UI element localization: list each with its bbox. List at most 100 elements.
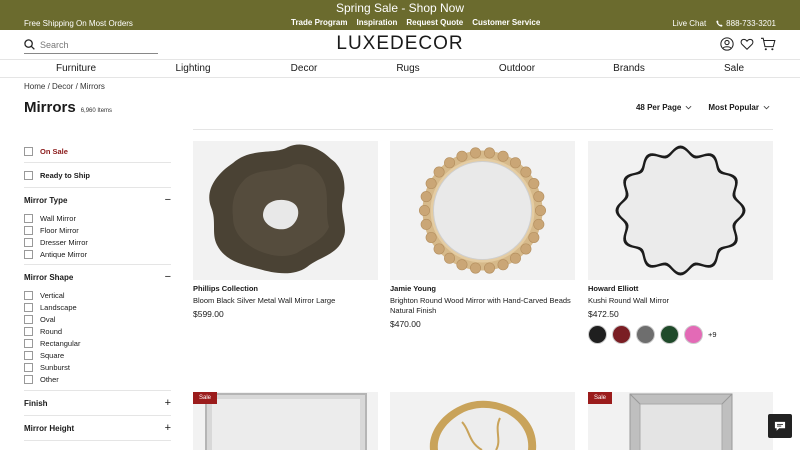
mirror-bead [509,157,521,169]
nav-furniture[interactable]: Furniture [56,63,96,74]
main-nav: Furniture Lighting Decor Rugs Outdoor Br… [0,59,800,78]
product-image[interactable]: Sale [588,392,773,450]
mirror-bead [533,218,545,230]
checkbox[interactable] [24,170,33,180]
expand-icon[interactable]: + [165,397,171,409]
product-card[interactable]: Phillips Collection Bloom Black Silver M… [193,141,378,319]
sort-dropdown[interactable]: Most Popular [708,103,770,112]
live-chat-link[interactable]: Live Chat [672,19,706,28]
checkbox[interactable] [24,237,33,247]
filter-option[interactable]: Square [24,349,171,361]
product-card[interactable]: Sale [193,392,378,450]
more-swatches-count[interactable]: +9 [708,330,717,339]
product-image[interactable] [193,141,378,280]
checkbox[interactable] [24,314,33,324]
chat-button[interactable] [768,414,792,438]
product-image[interactable] [390,141,575,280]
color-swatch[interactable] [660,325,679,344]
checkbox[interactable] [24,326,33,336]
color-swatch[interactable] [588,325,607,344]
rectangular-mirror-image [205,393,367,450]
checkbox[interactable] [24,249,33,259]
color-swatch[interactable] [612,325,631,344]
color-swatch[interactable] [636,325,655,344]
product-name[interactable]: Bloom Black Silver Metal Wall Mirror Lar… [193,296,378,306]
filter-option[interactable]: Oval [24,313,171,325]
product-image[interactable] [390,392,575,450]
filter-option[interactable]: Wall Mirror [24,212,171,224]
checkbox[interactable] [24,302,33,312]
mirror-bead [420,218,432,230]
spring-sale-link[interactable]: Spring Sale - Shop Now [0,1,800,15]
expand-icon[interactable]: + [165,422,171,434]
breadcrumb[interactable]: Home / Decor / Mirrors [24,82,105,91]
nav-sale[interactable]: Sale [724,63,744,74]
filter-on-sale[interactable]: On Sale [24,140,171,162]
mirror-bead [533,191,545,203]
filter-finish-header[interactable]: Finish + [24,391,171,415]
mirror-bead [470,262,482,274]
filter-option[interactable]: Round [24,325,171,337]
filter-mirror-shape-header[interactable]: Mirror Shape − [24,265,171,289]
beaded-round-mirror-image [418,147,547,274]
filter-option[interactable]: Sunburst [24,361,171,373]
filter-ready-to-ship[interactable]: Ready to Ship [24,163,171,187]
filter-sidebar: On Sale Ready to Ship Mirror Type − Wall… [24,140,171,441]
beveled-square-mirror-image [629,393,733,450]
cart-icon[interactable] [760,37,776,51]
trade-program-link[interactable]: Trade Program [291,18,347,27]
divider [24,440,171,441]
product-name[interactable]: Kushi Round Wall Mirror [588,296,773,306]
customer-service-link[interactable]: Customer Service [472,18,540,27]
mirror-bead [528,178,540,190]
filter-ready-to-ship-label: Ready to Ship [40,170,91,180]
checkbox[interactable] [24,213,33,223]
product-card[interactable] [390,392,575,450]
wishlist-heart-icon[interactable] [740,37,754,51]
nav-rugs[interactable]: Rugs [396,63,419,74]
filter-mirror-type-header[interactable]: Mirror Type − [24,188,171,212]
nav-outdoor[interactable]: Outdoor [499,63,535,74]
chevron-down-icon [763,105,770,110]
account-icon[interactable] [720,37,734,51]
checkbox[interactable] [24,146,33,156]
site-logo[interactable]: LUXEDECOR [0,33,800,55]
per-page-dropdown[interactable]: 48 Per Page [636,103,692,112]
nav-lighting[interactable]: Lighting [175,63,210,74]
filter-option[interactable]: Floor Mirror [24,224,171,236]
collapse-icon[interactable]: − [165,194,171,206]
promo-bar: Free Shipping On Most Orders Spring Sale… [0,0,800,30]
checkbox[interactable] [24,374,33,384]
inspiration-link[interactable]: Inspiration [356,18,397,27]
product-card[interactable]: Sale [588,392,773,450]
collapse-icon[interactable]: − [165,271,171,283]
product-name[interactable]: Brighton Round Wood Mirror with Hand-Car… [390,296,575,316]
filter-option[interactable]: Antique Mirror [24,248,171,260]
page-title-row: Mirrors 6,960 Items [24,99,112,116]
filter-section-title: Mirror Type [24,195,68,205]
filter-option[interactable]: Dresser Mirror [24,236,171,248]
request-quote-link[interactable]: Request Quote [406,18,463,27]
filter-mirror-height-header[interactable]: Mirror Height + [24,416,171,440]
checkbox[interactable] [24,225,33,235]
filter-option[interactable]: Other [24,373,171,385]
product-image[interactable]: Sale [193,392,378,450]
product-card[interactable]: Jamie Young Brighton Round Wood Mirror w… [390,141,575,329]
color-swatch[interactable] [684,325,703,344]
sort-label: Most Popular [708,103,759,112]
product-card[interactable]: Howard Elliott Kushi Round Wall Mirror $… [588,141,773,344]
checkbox[interactable] [24,338,33,348]
checkbox[interactable] [24,290,33,300]
checkbox[interactable] [24,350,33,360]
bloom-mirror-image [209,144,345,274]
filter-option[interactable]: Vertical [24,289,171,301]
checkbox[interactable] [24,362,33,372]
mirror-bead [497,150,509,162]
nav-brands[interactable]: Brands [613,63,645,74]
nav-decor[interactable]: Decor [291,63,318,74]
filter-mirror-shape-options: Vertical Landscape Oval Round Rectangula… [24,289,171,390]
phone-link[interactable]: 888-733-3201 [716,19,776,28]
filter-option[interactable]: Landscape [24,301,171,313]
product-image[interactable] [588,141,773,280]
filter-option[interactable]: Rectangular [24,337,171,349]
